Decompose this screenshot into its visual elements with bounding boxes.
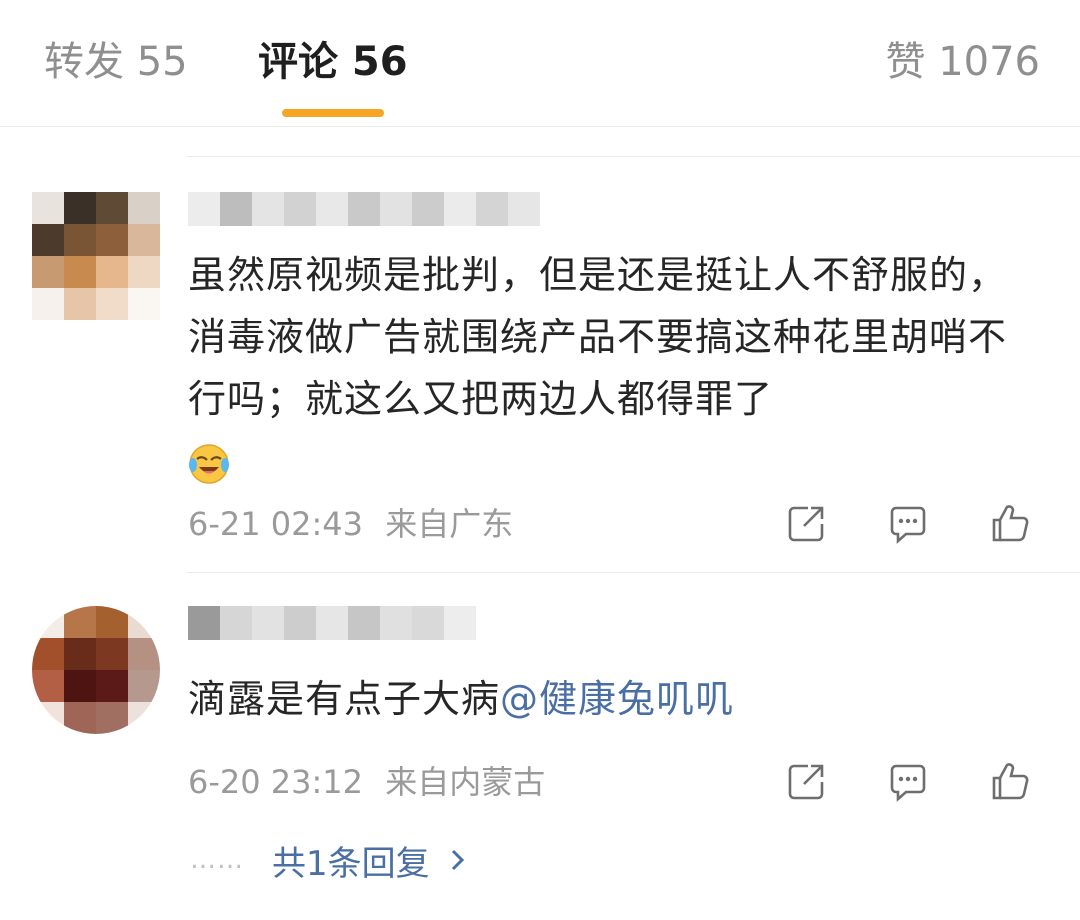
tab-likes[interactable]: 赞 1076 bbox=[885, 34, 1040, 90]
laughing-crying-emoji-icon bbox=[189, 443, 229, 484]
comment-time: 6-20 23:12 bbox=[188, 763, 364, 801]
avatar[interactable] bbox=[32, 192, 160, 320]
divider bbox=[186, 572, 1080, 573]
comment-actions bbox=[784, 760, 1032, 804]
comment-icon[interactable] bbox=[886, 760, 930, 804]
active-tab-indicator bbox=[282, 109, 384, 117]
comment-body: 滴露是有点子大病 bbox=[188, 677, 501, 721]
comment-time: 6-21 02:43 bbox=[188, 505, 364, 543]
comment-icon[interactable] bbox=[886, 502, 930, 546]
comment-tabs: 转发 55 评论 56 赞 1076 bbox=[0, 0, 1080, 127]
thumbs-up-icon[interactable] bbox=[988, 502, 1032, 546]
comment-body: 虽然原视频是批判，但是还是挺让人不舒服的，消毒液做广告就围绕产品不要搞这种花里胡… bbox=[188, 253, 1008, 421]
view-replies-link[interactable]: 共1条回复 bbox=[272, 836, 430, 885]
avatar[interactable] bbox=[32, 606, 160, 734]
chevron-right-icon[interactable] bbox=[448, 846, 468, 874]
comment-meta: 6-20 23:12 来自内蒙古 bbox=[188, 762, 545, 802]
comment-actions bbox=[784, 502, 1032, 546]
reply-dots: …… bbox=[190, 845, 244, 875]
share-icon[interactable] bbox=[784, 502, 828, 546]
tab-repost[interactable]: 转发 55 bbox=[44, 34, 188, 90]
comment-location: 来自广东 bbox=[385, 505, 514, 543]
thumbs-up-icon[interactable] bbox=[988, 760, 1032, 804]
comment-text: 虽然原视频是批判，但是还是挺让人不舒服的，消毒液做广告就围绕产品不要搞这种花里胡… bbox=[188, 244, 1042, 492]
username-blurred[interactable] bbox=[188, 606, 476, 640]
comment-meta: 6-21 02:43 来自广东 bbox=[188, 504, 513, 544]
reply-row: …… 共1条回复 bbox=[190, 836, 468, 885]
divider bbox=[186, 156, 1080, 157]
share-icon[interactable] bbox=[784, 760, 828, 804]
mention-link[interactable]: @健康兔叽叽 bbox=[500, 677, 734, 721]
tab-comments[interactable]: 评论 56 bbox=[258, 34, 408, 90]
username-blurred[interactable] bbox=[188, 192, 540, 226]
comment-location: 来自内蒙古 bbox=[385, 763, 546, 801]
comment-text: 滴露是有点子大病@健康兔叽叽 bbox=[188, 668, 1042, 730]
